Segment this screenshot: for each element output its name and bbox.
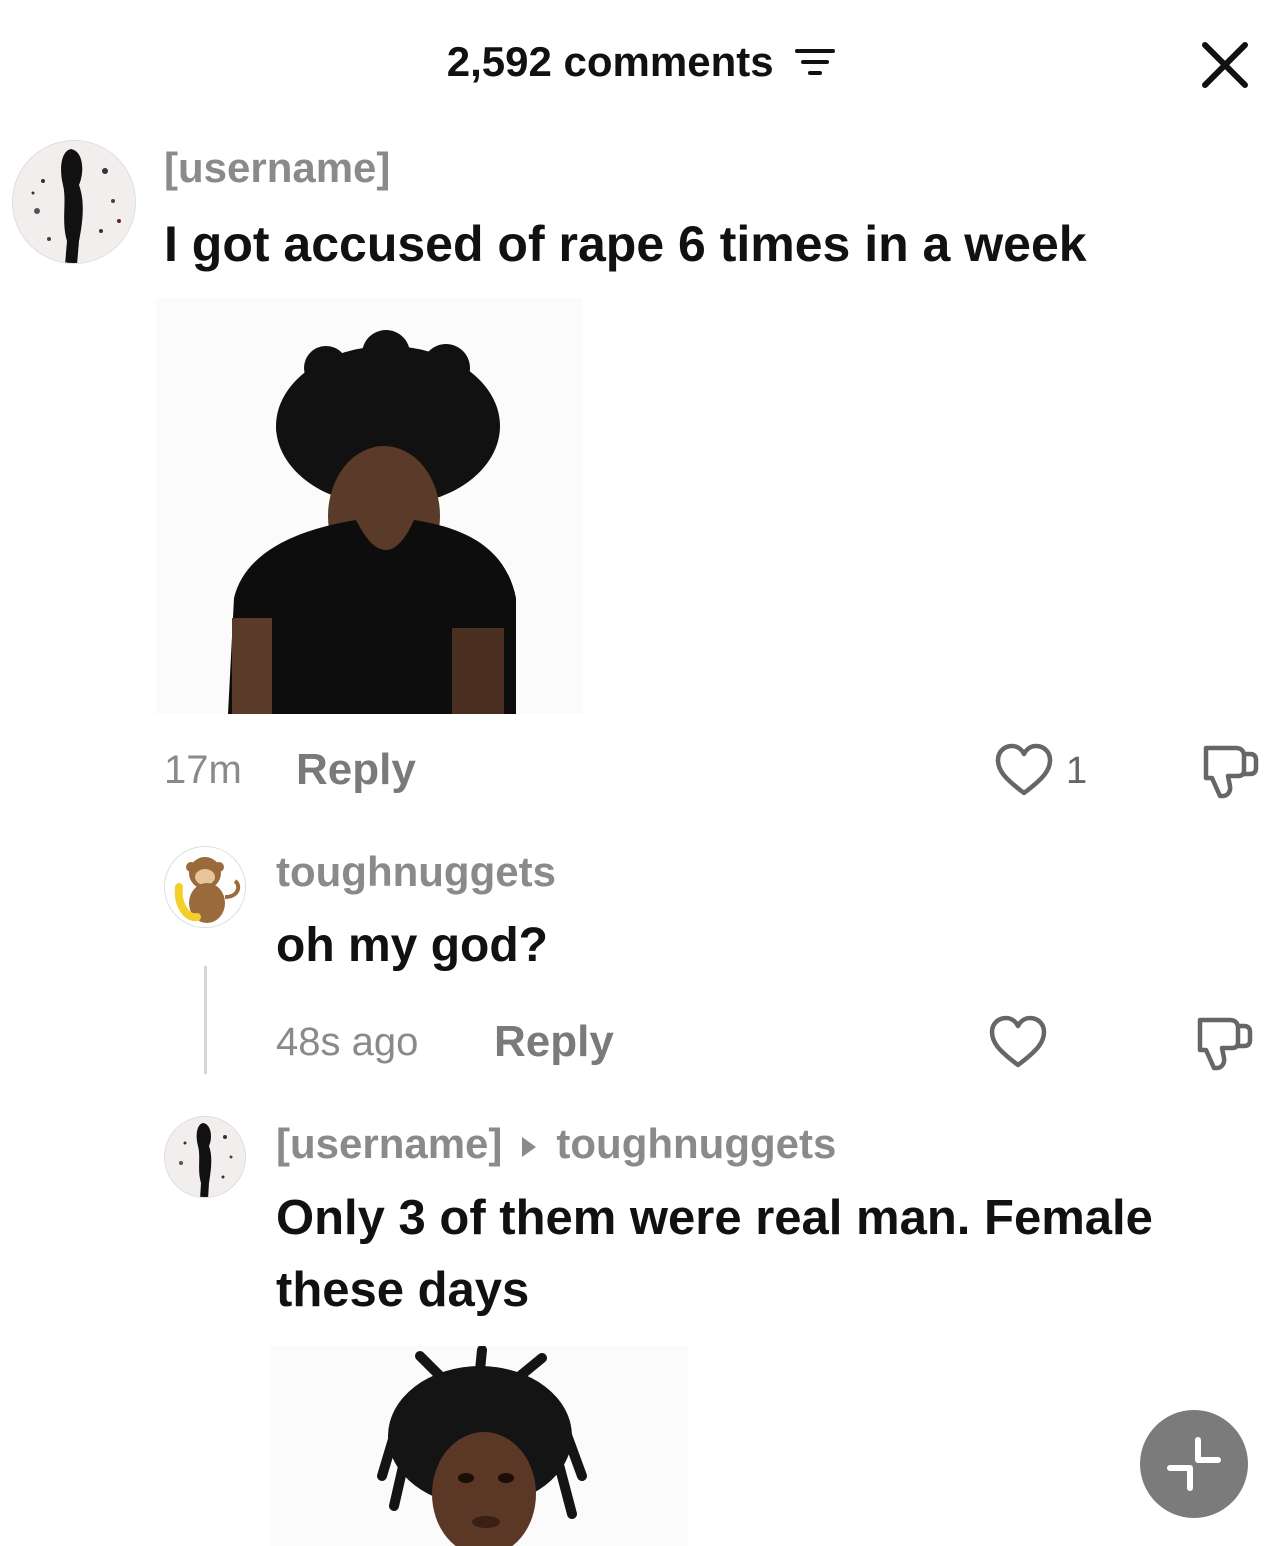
avatar[interactable] <box>164 1116 246 1198</box>
comment-text: I got accused of rape 6 times in a week <box>164 216 1087 272</box>
like-count: 1 <box>1066 750 1088 792</box>
comment-text-line-1: Only 3 of them were real man. Female <box>276 1191 1153 1245</box>
close-icon[interactable] <box>1196 36 1254 94</box>
collapse-icon <box>1167 1437 1221 1491</box>
reply-header: [username] toughnuggets <box>276 1120 836 1168</box>
thread-line <box>204 966 207 1074</box>
dislike-icon[interactable] <box>1192 1012 1254 1079</box>
comment-time: 17m <box>164 748 242 792</box>
heart-icon[interactable] <box>994 742 1054 803</box>
comment-username[interactable]: [username] <box>276 1120 502 1167</box>
comments-title: 2,592 comments <box>0 38 1284 89</box>
reply-to-username[interactable]: toughnuggets <box>556 1120 836 1167</box>
collapse-button[interactable] <box>1140 1410 1248 1518</box>
reply-arrow-icon <box>522 1136 537 1157</box>
reply-button[interactable]: Reply <box>296 745 416 795</box>
comment-text: oh my god? <box>276 919 548 972</box>
comment-gif[interactable] <box>156 298 582 714</box>
heart-icon[interactable] <box>988 1014 1048 1075</box>
comment-gif[interactable] <box>270 1346 688 1546</box>
comment-username[interactable]: toughnuggets <box>276 848 556 896</box>
avatar[interactable] <box>12 140 136 264</box>
comment-text-line-2: these days <box>276 1263 530 1317</box>
reply-button[interactable]: Reply <box>494 1017 614 1067</box>
comments-header: 2,592 comments <box>0 0 1284 120</box>
comment-count: 2,592 comments <box>446 38 774 85</box>
comment-username[interactable]: [username] <box>164 144 390 192</box>
avatar[interactable] <box>164 846 246 928</box>
dislike-icon[interactable] <box>1198 740 1260 807</box>
filter-icon[interactable] <box>793 41 837 89</box>
comment-time: 48s ago <box>276 1020 419 1064</box>
